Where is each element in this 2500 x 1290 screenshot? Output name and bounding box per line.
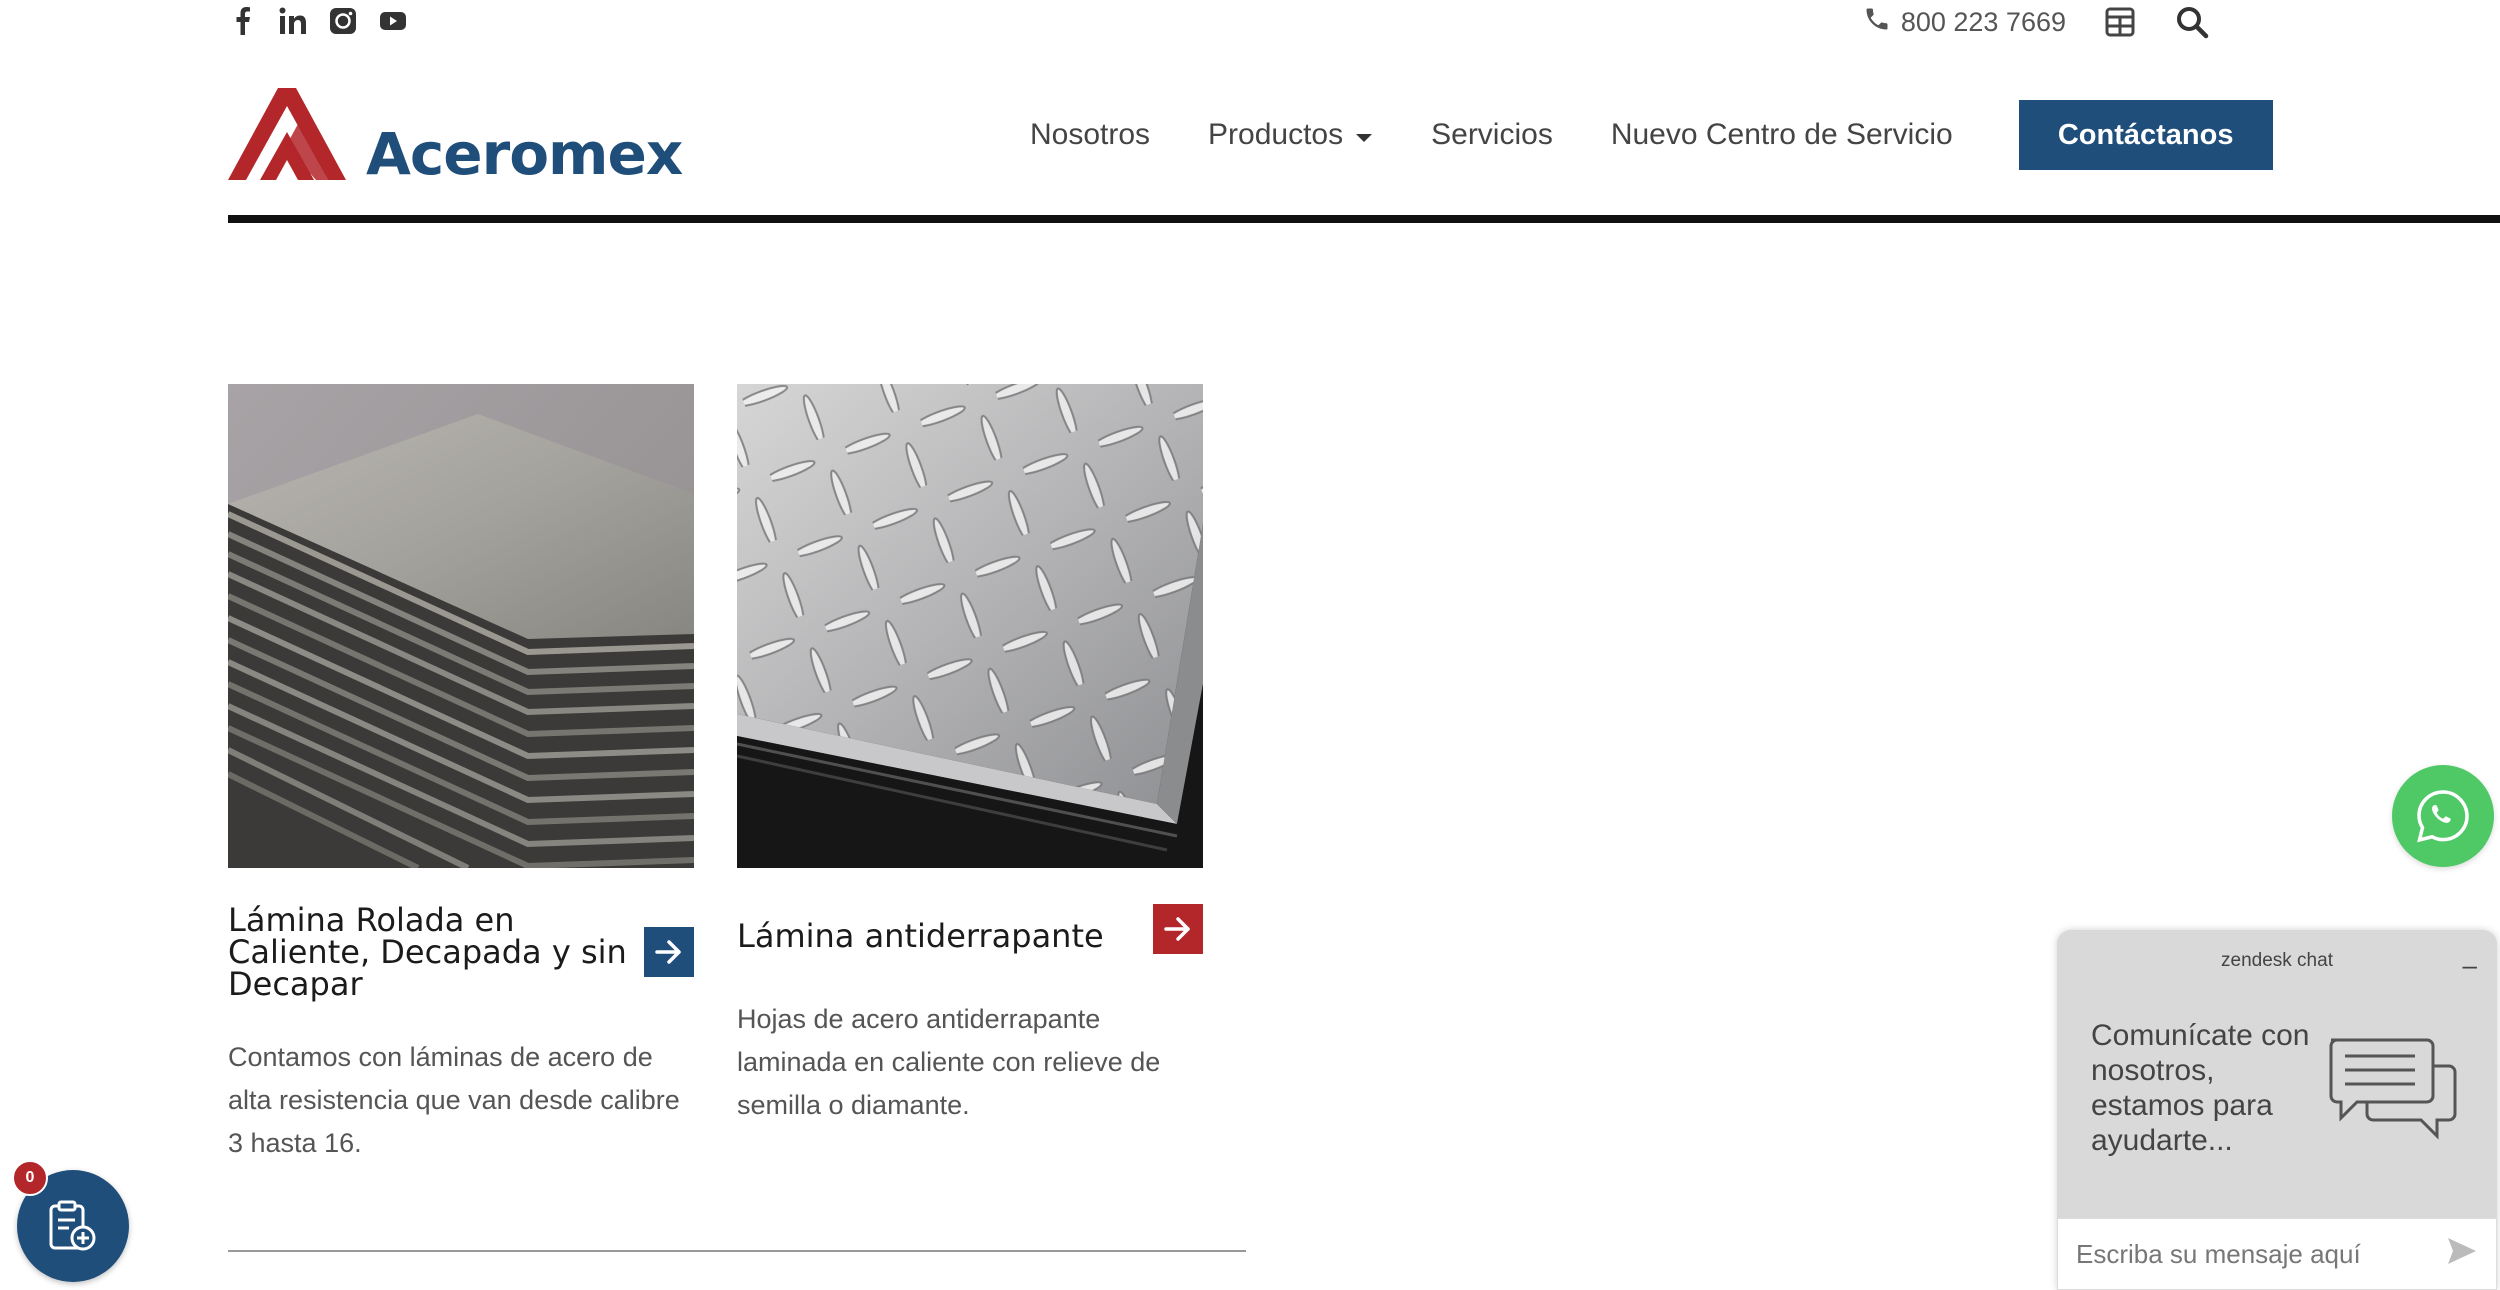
nav-item-nosotros[interactable]: Nosotros: [1030, 100, 1150, 170]
nav-item-servicios[interactable]: Servicios: [1431, 100, 1553, 170]
product-image-antiskid-sheet[interactable]: [737, 384, 1203, 868]
phone-number: 800 223 7669: [1900, 6, 2066, 37]
site-logo[interactable]: Aceromex: [228, 88, 683, 188]
calculator-icon[interactable]: [2102, 4, 2138, 40]
main-nav: Nosotros Productos Servicios Nuevo Centr…: [1030, 100, 2273, 170]
chat-greeting: Comunícate con nosotros, estamos para ay…: [2091, 1019, 2310, 1157]
instagram-icon[interactable]: [328, 6, 358, 36]
section-divider: [228, 1250, 1246, 1252]
card-link-button[interactable]: [1153, 904, 1203, 954]
product-card: Lámina Rolada en Caliente, Decapada y si…: [228, 384, 694, 1165]
phone-icon: [1863, 5, 1891, 40]
whatsapp-button[interactable]: [2392, 765, 2494, 867]
logo-text: Aceromex: [366, 120, 683, 188]
linkedin-icon[interactable]: [278, 6, 308, 36]
chat-minimize-button[interactable]: –: [2463, 952, 2477, 978]
chat-message-input[interactable]: Escriba su mensaje aquí: [2057, 1218, 2497, 1290]
nav-item-label: Nuevo Centro de Servicio: [1610, 118, 1953, 151]
logo-mark-icon: [228, 88, 352, 185]
arrow-right-icon: [1164, 917, 1190, 941]
top-utilities: 800 223 7669: [1863, 4, 2210, 40]
nav-item-nuevo-centro[interactable]: Nuevo Centro de Servicio: [1611, 100, 1953, 170]
youtube-icon[interactable]: [378, 6, 408, 36]
nav-item-label: Nosotros: [1030, 118, 1151, 151]
product-card: Lámina antiderrapante Hojas de acero ant…: [737, 384, 1203, 1127]
product-title[interactable]: Lámina antiderrapante: [737, 920, 1137, 952]
product-image-hot-rolled-sheet[interactable]: [228, 384, 694, 868]
chat-bubbles-icon: [2327, 1036, 2457, 1145]
cart-count-badge: 0: [12, 1160, 48, 1196]
card-link-button[interactable]: [644, 927, 694, 977]
nav-item-label: Servicios: [1431, 118, 1553, 151]
chat-header: zendesk chat: [2221, 950, 2333, 971]
clipboard-add-icon: [49, 1200, 96, 1251]
phone-link[interactable]: 800 223 7669: [1863, 5, 2066, 40]
zendesk-chat-widget: zendesk chat – Comunícate con nosotros, …: [2057, 930, 2497, 1290]
send-icon[interactable]: [2446, 1236, 2478, 1273]
whatsapp-icon: [2417, 790, 2469, 843]
chat-input-placeholder: Escriba su mensaje aquí: [2076, 1238, 2361, 1269]
arrow-right-icon: [655, 940, 681, 964]
contact-button[interactable]: Contáctanos: [2018, 100, 2273, 170]
nav-item-label: Productos: [1208, 118, 1344, 151]
search-icon[interactable]: [2174, 4, 2210, 40]
product-title[interactable]: Lámina Rolada en Caliente, Decapada y si…: [228, 904, 628, 1000]
facebook-icon[interactable]: [228, 6, 258, 36]
nav-item-productos[interactable]: Productos: [1208, 100, 1373, 170]
caret-down-icon: [1355, 118, 1373, 152]
header-divider: [228, 215, 2500, 223]
product-description: Contamos con láminas de acero de alta re…: [228, 1042, 680, 1158]
social-links: [228, 6, 408, 36]
product-description: Hojas de acero antiderrapante laminada e…: [737, 1004, 1161, 1120]
